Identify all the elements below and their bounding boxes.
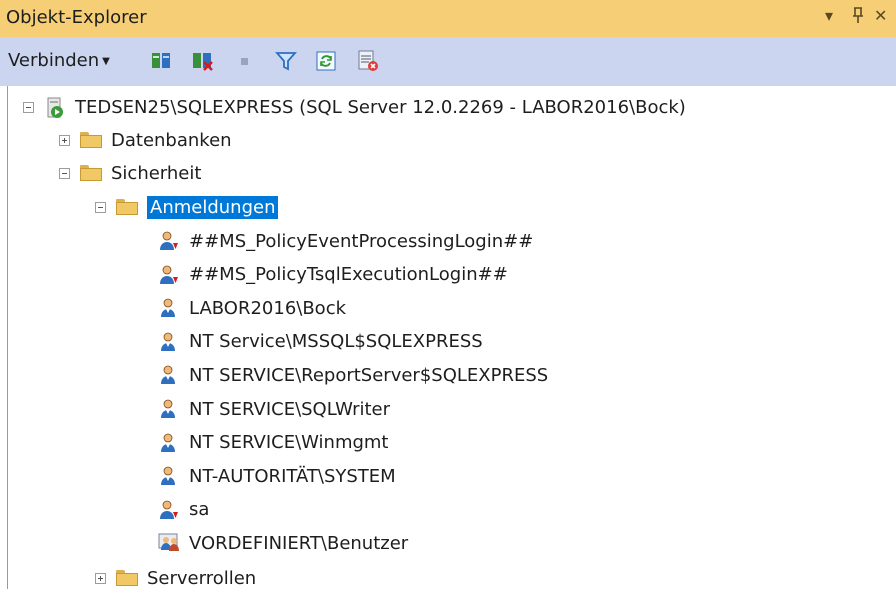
login-item[interactable]: LABOR2016\Bock bbox=[158, 293, 346, 323]
activity-monitor-icon[interactable] bbox=[356, 49, 380, 73]
login-label: ##MS_PolicyEventProcessingLogin## bbox=[189, 230, 534, 252]
toolbar: Verbinden ▼ bbox=[0, 37, 896, 86]
folder-icon bbox=[80, 165, 102, 181]
login-disabled-icon bbox=[158, 499, 180, 521]
login-label: LABOR2016\Bock bbox=[189, 297, 347, 319]
login-label: sa bbox=[189, 499, 210, 521]
server-icon bbox=[44, 96, 66, 118]
login-label: NT Service\MSSQL$SQLEXPRESS bbox=[189, 331, 483, 353]
server-label: TEDSEN25\SQLEXPRESS (SQL Server 12.0.226… bbox=[75, 96, 686, 118]
login-icon bbox=[158, 331, 180, 353]
dropdown-icon[interactable]: ▾ bbox=[825, 6, 833, 25]
login-label: NT SERVICE\Winmgmt bbox=[189, 432, 389, 454]
connect-dropdown[interactable]: Verbinden ▼ bbox=[8, 50, 110, 71]
collapse-icon[interactable] bbox=[23, 101, 34, 113]
login-label: NT SERVICE\SQLWriter bbox=[189, 398, 391, 420]
login-label: NT-AUTORITÄT\SYSTEM bbox=[189, 465, 396, 487]
login-item[interactable]: ##MS_PolicyEventProcessingLogin## bbox=[158, 226, 533, 256]
collapse-icon[interactable] bbox=[59, 167, 70, 179]
expand-icon[interactable] bbox=[95, 572, 106, 584]
login-icon bbox=[158, 364, 180, 386]
collapse-icon[interactable] bbox=[95, 201, 106, 213]
login-disabled-icon bbox=[158, 264, 180, 286]
disconnect-icon[interactable] bbox=[191, 49, 215, 73]
pin-icon[interactable] bbox=[851, 6, 865, 28]
logins-label: Anmeldungen bbox=[147, 195, 279, 219]
close-icon[interactable]: ✕ bbox=[874, 6, 887, 25]
stop-icon[interactable] bbox=[233, 49, 257, 73]
login-item[interactable]: NT Service\MSSQL$SQLEXPRESS bbox=[158, 327, 483, 357]
login-item[interactable]: NT-AUTORITÄT\SYSTEM bbox=[158, 461, 396, 491]
tree-node-databases[interactable]: Datenbanken bbox=[59, 125, 232, 155]
login-item[interactable]: NT SERVICE\SQLWriter bbox=[158, 394, 390, 424]
filter-icon[interactable] bbox=[274, 49, 298, 73]
login-icon bbox=[158, 398, 180, 420]
login-label: VORDEFINIERT\Benutzer bbox=[189, 532, 409, 554]
caret-icon: ▼ bbox=[102, 55, 110, 67]
login-item[interactable]: sa bbox=[158, 495, 209, 525]
connect-label: Verbinden bbox=[8, 50, 100, 71]
group-login-icon bbox=[158, 532, 180, 554]
connect-icon[interactable] bbox=[150, 49, 174, 73]
folder-icon bbox=[116, 570, 138, 586]
login-label: ##MS_PolicyTsqlExecutionLogin## bbox=[189, 264, 508, 286]
folder-icon bbox=[80, 132, 102, 148]
databases-label: Datenbanken bbox=[111, 129, 232, 151]
login-icon bbox=[158, 432, 180, 454]
tree-node-logins[interactable]: Anmeldungen bbox=[95, 192, 279, 222]
login-item[interactable]: VORDEFINIERT\Benutzer bbox=[158, 528, 408, 558]
server-roles-label: Serverrollen bbox=[147, 567, 257, 589]
object-explorer-tree[interactable]: TEDSEN25\SQLEXPRESS (SQL Server 12.0.226… bbox=[7, 86, 896, 589]
login-item[interactable]: ##MS_PolicyTsqlExecutionLogin## bbox=[158, 260, 508, 290]
login-icon bbox=[158, 465, 180, 487]
security-label: Sicherheit bbox=[111, 162, 202, 184]
tree-node-server[interactable]: TEDSEN25\SQLEXPRESS (SQL Server 12.0.226… bbox=[23, 92, 686, 122]
login-item[interactable]: NT SERVICE\ReportServer$SQLEXPRESS bbox=[158, 360, 548, 390]
login-label: NT SERVICE\ReportServer$SQLEXPRESS bbox=[189, 364, 549, 386]
expand-icon[interactable] bbox=[59, 134, 70, 146]
panel-title: Objekt-Explorer bbox=[6, 7, 147, 28]
refresh-icon[interactable] bbox=[314, 49, 338, 73]
tree-node-security[interactable]: Sicherheit bbox=[59, 158, 201, 188]
login-item[interactable]: NT SERVICE\Winmgmt bbox=[158, 428, 389, 458]
title-bar: Objekt-Explorer ▾ ✕ bbox=[0, 0, 896, 37]
login-disabled-icon bbox=[158, 230, 180, 252]
login-icon bbox=[158, 297, 180, 319]
folder-open-icon bbox=[116, 199, 138, 215]
